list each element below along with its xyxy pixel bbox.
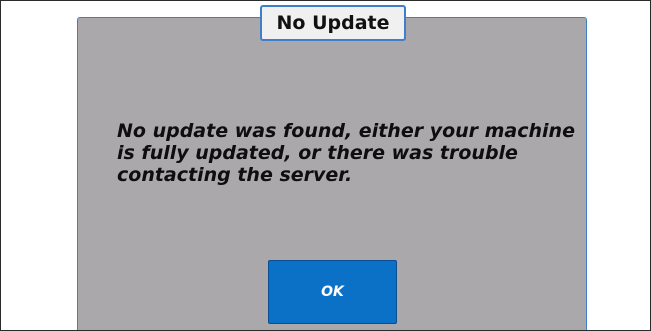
screen-frame: No Update No update was found, either yo…: [0, 0, 651, 331]
ok-button[interactable]: OK: [268, 260, 397, 324]
dialog-title: No Update: [260, 5, 406, 41]
dialog-message: No update was found, either your machine…: [117, 120, 575, 186]
